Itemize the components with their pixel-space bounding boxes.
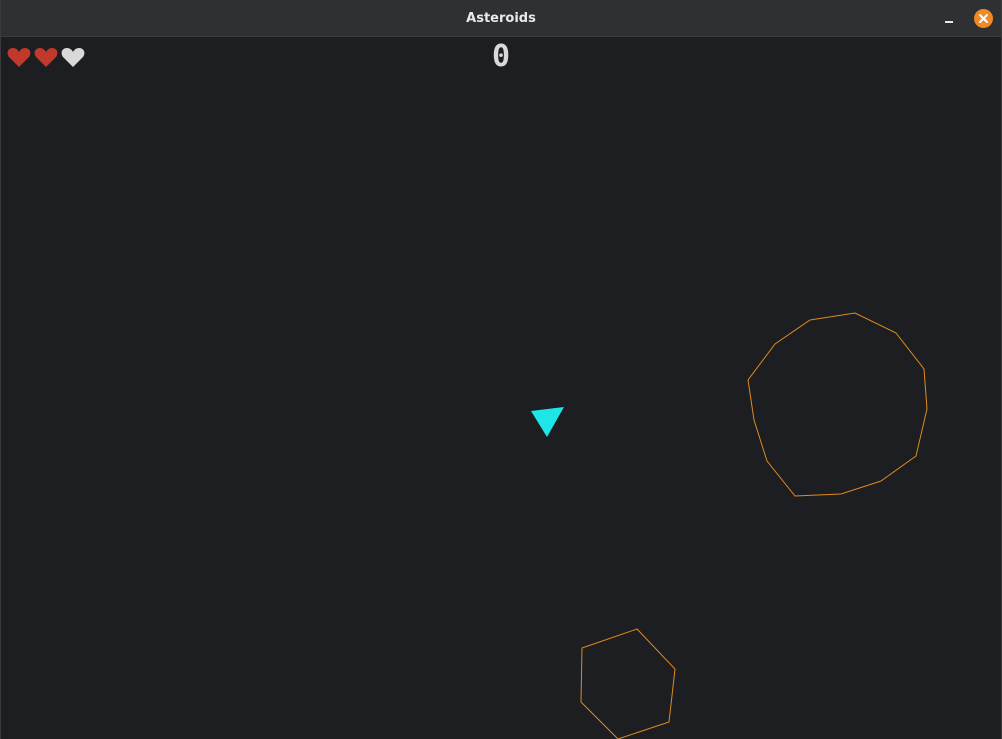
heart-full-icon bbox=[7, 48, 31, 67]
lives-indicator bbox=[7, 47, 85, 69]
score-display: 0 bbox=[491, 39, 511, 74]
heart-empty-icon bbox=[61, 48, 85, 67]
asteroid-small bbox=[580, 628, 676, 739]
game-scene bbox=[531, 312, 928, 739]
heart-full-icon bbox=[34, 48, 58, 67]
player-ship bbox=[531, 407, 564, 437]
asteroid-large bbox=[747, 312, 928, 497]
game-window: Asteroids 0 bbox=[0, 0, 1002, 739]
